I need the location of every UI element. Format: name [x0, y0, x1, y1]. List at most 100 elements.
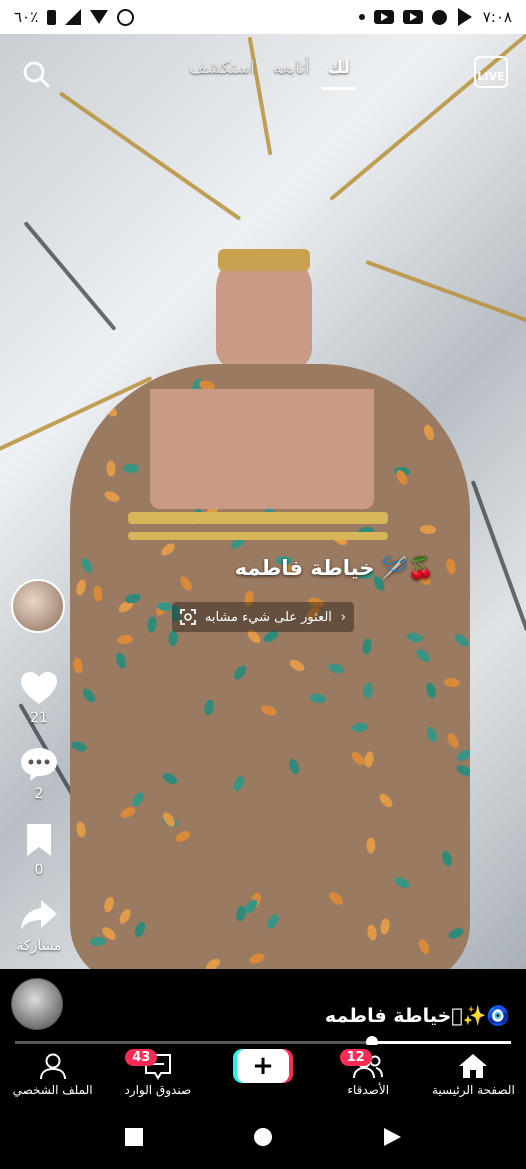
- battery-text: ٦٠٪: [14, 8, 39, 26]
- floral-leaf: [80, 686, 98, 705]
- video-player[interactable]: [0, 34, 526, 969]
- tab-profile[interactable]: الملف الشخصي: [0, 1045, 105, 1105]
- tab-profile-label: الملف الشخصي: [12, 1083, 93, 1097]
- floral-leaf: [419, 524, 436, 535]
- tab-create[interactable]: +: [210, 1045, 315, 1105]
- top-nav: لك أتابعه استكشف LIVE: [0, 54, 526, 94]
- marble-vein: [23, 221, 117, 331]
- wifi-icon: [90, 10, 109, 24]
- scan-icon: [180, 609, 196, 625]
- telegram-icon: [457, 8, 472, 26]
- floral-leaf: [453, 631, 470, 649]
- back-icon[interactable]: [381, 1126, 403, 1148]
- friends-badge: 12: [339, 1049, 372, 1066]
- floral-leaf: [75, 821, 87, 839]
- floral-leaf: [102, 895, 116, 914]
- floral-leaf: [168, 630, 178, 647]
- floral-leaf: [231, 662, 249, 682]
- floral-leaf: [440, 849, 454, 868]
- tab-inbox[interactable]: 43 صندوق الوارد: [105, 1045, 210, 1105]
- floral-leaf: [92, 585, 104, 603]
- battery-icon: [47, 9, 57, 25]
- like-count: 21: [30, 710, 48, 726]
- tab-following[interactable]: أتابعه: [273, 58, 310, 78]
- floral-leaf: [392, 875, 412, 891]
- neckline: [150, 389, 374, 509]
- floral-leaf: [72, 657, 84, 675]
- feed-tabs: لك أتابعه استكشف: [189, 58, 357, 90]
- dress-trim: [128, 532, 388, 540]
- sound-avatar[interactable]: [11, 978, 63, 1030]
- tab-friends-label: الأصدقاء: [347, 1083, 390, 1097]
- youtube-icon: [373, 10, 394, 24]
- live-label: LIVE: [477, 70, 505, 83]
- floral-leaf: [377, 791, 395, 810]
- creator-avatar[interactable]: [11, 579, 65, 633]
- chevron-left-icon: ‹: [340, 609, 346, 625]
- signal-icon: [65, 9, 82, 25]
- neck-ring: [218, 249, 310, 271]
- tab-for-you[interactable]: لك: [321, 58, 357, 90]
- floral-leaf: [413, 646, 432, 665]
- floral-leaf: [101, 402, 120, 419]
- floral-leaf: [133, 920, 148, 939]
- floral-leaf: [79, 556, 95, 576]
- home-nav-icon[interactable]: [252, 1126, 274, 1148]
- floral-leaf: [117, 907, 133, 927]
- floral-leaf: [308, 692, 327, 704]
- floral-leaf: [104, 372, 116, 390]
- status-bar: ٦٠٪ ٧:٠٨: [0, 0, 526, 34]
- tab-friends[interactable]: 12 الأصدقاء: [316, 1045, 421, 1105]
- share-button[interactable]: مشاركة: [14, 898, 64, 954]
- tab-home[interactable]: الصفحة الرئيسية: [421, 1045, 526, 1105]
- floral-leaf: [160, 770, 179, 787]
- floral-leaf: [287, 757, 302, 776]
- tab-inbox-label: صندوق الوارد: [124, 1083, 192, 1097]
- floral-leaf: [455, 762, 470, 779]
- floral-leaf: [287, 657, 306, 674]
- floral-leaf: [443, 676, 461, 688]
- floral-leaf: [231, 774, 247, 794]
- floral-leaf: [406, 631, 424, 645]
- tab-home-label: الصفحة الرئيسية: [432, 1083, 515, 1097]
- live-button[interactable]: LIVE: [474, 56, 508, 88]
- floral-leaf: [116, 633, 134, 646]
- floral-leaf: [348, 749, 367, 768]
- floral-leaf: [174, 828, 193, 844]
- floral-leaf: [260, 703, 279, 718]
- floral-leaf: [379, 917, 391, 936]
- floral-leaf: [361, 638, 373, 656]
- status-time: ٧:٠٨: [482, 8, 512, 26]
- share-icon: [21, 900, 57, 930]
- inbox-badge: 43: [125, 1049, 158, 1066]
- heart-icon: [21, 672, 57, 704]
- search-icon[interactable]: [22, 60, 50, 88]
- floral-leaf: [234, 905, 247, 923]
- status-right: ٧:٠٨: [358, 8, 512, 26]
- floral-leaf: [113, 651, 128, 670]
- save-button[interactable]: 0: [14, 822, 64, 878]
- facebook-icon: [431, 9, 447, 25]
- floral-leaf: [102, 489, 121, 505]
- floral-leaf: [202, 699, 215, 717]
- marble-vein: [365, 259, 526, 333]
- floral-leaf: [326, 661, 345, 675]
- recents-icon[interactable]: [123, 1126, 145, 1148]
- home-icon: [459, 1054, 488, 1078]
- comment-button[interactable]: 2: [14, 746, 64, 802]
- profile-icon: [39, 1053, 66, 1080]
- bookmark-icon: [27, 824, 51, 856]
- account-name[interactable]: خياطة فاطمه ✨🧿: [325, 1004, 510, 1027]
- floral-leaf: [177, 574, 194, 593]
- floral-leaf: [89, 936, 106, 947]
- create-button[interactable]: +: [237, 1049, 289, 1083]
- floral-leaf: [422, 423, 436, 442]
- find-similar-button[interactable]: ‹ العثور على شيء مشابه: [172, 602, 354, 632]
- floral-leaf: [362, 681, 373, 699]
- floral-leaf: [425, 724, 439, 744]
- tab-explore[interactable]: استكشف: [189, 58, 255, 78]
- marble-vein: [470, 480, 526, 632]
- floral-leaf: [264, 912, 281, 931]
- like-button[interactable]: 21: [14, 670, 64, 726]
- video-progress[interactable]: [15, 1036, 511, 1048]
